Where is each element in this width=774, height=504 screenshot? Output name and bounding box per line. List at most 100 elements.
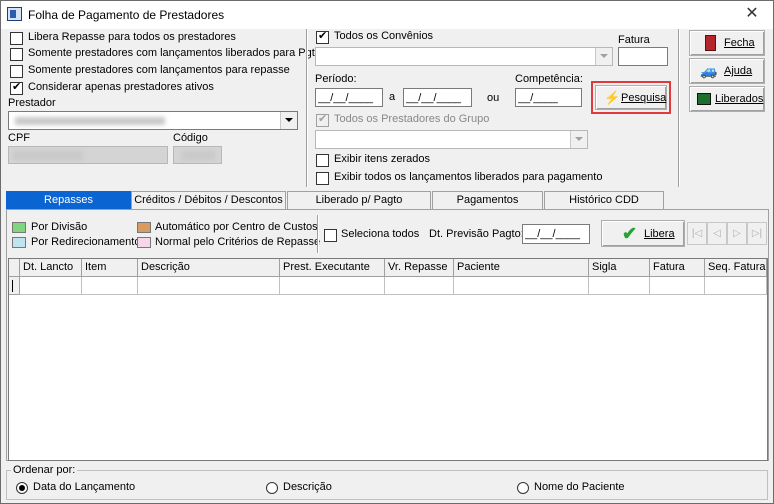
table-cell[interactable] bbox=[20, 277, 82, 295]
table-cell[interactable] bbox=[385, 277, 454, 295]
fecha-label: Fecha bbox=[724, 37, 755, 49]
periodo-label: Período: bbox=[315, 73, 357, 85]
por-redirecionamento-label: Por Redirecionamento bbox=[31, 236, 141, 248]
codigo-field bbox=[173, 146, 222, 164]
lightning-icon: ⚡ bbox=[604, 89, 621, 105]
libera-button[interactable]: ✔ Libera bbox=[601, 220, 685, 247]
col-prest-executante[interactable]: Prest. Executante bbox=[280, 259, 385, 277]
periodo-to-field[interactable] bbox=[403, 88, 472, 107]
main-window: Folha de Pagamento de Prestadores ✕ Libe… bbox=[0, 0, 774, 504]
periodo-ou-label: ou bbox=[487, 92, 500, 104]
tab-historico[interactable]: Histórico CDD bbox=[544, 191, 664, 209]
table-cell[interactable] bbox=[705, 277, 767, 295]
libera-label: Libera bbox=[644, 227, 675, 240]
ordenar-paciente-radio[interactable] bbox=[517, 482, 529, 494]
grupo-checkbox bbox=[316, 112, 329, 127]
table-cell[interactable] bbox=[138, 277, 280, 295]
libera-todos-label: Libera Repasse para todos os prestadores bbox=[28, 31, 236, 43]
todos-convenios-checkbox[interactable] bbox=[316, 29, 329, 44]
fatura-input[interactable] bbox=[619, 48, 667, 65]
help-icon: 🚙 bbox=[700, 62, 718, 79]
periodo-from-input[interactable] bbox=[316, 89, 382, 106]
fecha-button[interactable]: Fecha bbox=[689, 30, 765, 56]
ordenar-descricao-label: Descrição bbox=[283, 481, 332, 493]
prev-record-icon: ◁ bbox=[707, 222, 727, 245]
chevron-down-icon bbox=[570, 131, 587, 148]
competencia-input[interactable] bbox=[516, 89, 581, 106]
close-icon[interactable]: ✕ bbox=[737, 3, 767, 25]
col-vr-repasse[interactable]: Vr. Repasse bbox=[385, 259, 454, 277]
periodo-sep-label: a bbox=[389, 91, 396, 103]
ordenar-descricao-radio[interactable] bbox=[266, 482, 278, 494]
automatico-label: Automático por Centro de Custos bbox=[155, 221, 318, 233]
table-cell[interactable] bbox=[454, 277, 589, 295]
prestador-label: Prestador bbox=[8, 97, 56, 109]
somente-liberados-checkbox[interactable] bbox=[10, 48, 23, 61]
libera-todos-checkbox[interactable] bbox=[10, 32, 23, 45]
codigo-value-redacted bbox=[182, 151, 215, 160]
title-bar: Folha de Pagamento de Prestadores ✕ bbox=[1, 1, 773, 29]
previsao-input[interactable] bbox=[523, 225, 589, 243]
prestador-value-redacted bbox=[15, 117, 165, 125]
col-item[interactable]: Item bbox=[82, 259, 138, 277]
fatura-field[interactable] bbox=[618, 47, 668, 66]
liberados-button[interactable]: Liberados bbox=[689, 86, 765, 112]
somente-repasse-checkbox[interactable] bbox=[10, 65, 23, 78]
monitor-icon bbox=[697, 93, 711, 105]
door-icon bbox=[705, 35, 716, 51]
apenas-ativos-label: Considerar apenas prestadores ativos bbox=[28, 81, 214, 93]
col-dt-lancto[interactable]: Dt. Lancto bbox=[20, 259, 82, 277]
table-cell[interactable] bbox=[82, 277, 138, 295]
ajuda-button[interactable]: 🚙 Ajuda bbox=[689, 58, 765, 84]
tab-creditos[interactable]: Créditos / Débitos / Descontos bbox=[131, 191, 286, 209]
pesquisa-button[interactable]: ⚡ Pesquisa bbox=[595, 85, 667, 110]
somente-liberados-label: Somente prestadores com lançamentos libe… bbox=[28, 47, 324, 59]
pesquisa-label: Pesquisa bbox=[621, 91, 667, 104]
next-record-icon: ▷ bbox=[727, 222, 747, 245]
ordenar-label: Ordenar por: bbox=[11, 464, 78, 476]
separator-legend bbox=[317, 215, 318, 253]
previsao-field[interactable] bbox=[522, 224, 590, 244]
repasses-grid[interactable]: Dt. Lancto Item Descrição Prest. Executa… bbox=[8, 258, 768, 461]
ordenar-data-radio[interactable] bbox=[16, 482, 28, 494]
checkmark-icon: ✔ bbox=[622, 223, 638, 243]
ordenar-paciente-label: Nome do Paciente bbox=[534, 481, 625, 493]
cpf-label: CPF bbox=[8, 132, 30, 144]
prestador-combo[interactable] bbox=[8, 111, 298, 130]
periodo-to-input[interactable] bbox=[404, 89, 471, 106]
col-descricao[interactable]: Descrição bbox=[138, 259, 280, 277]
apenas-ativos-checkbox[interactable] bbox=[10, 80, 23, 95]
por-divisao-swatch bbox=[12, 222, 26, 233]
ajuda-label: Ajuda bbox=[724, 65, 753, 77]
row-cursor-icon bbox=[12, 280, 17, 292]
periodo-from-field[interactable] bbox=[315, 88, 383, 107]
normal-label: Normal pelo Critérios de Repasse bbox=[155, 236, 321, 248]
col-fatura[interactable]: Fatura bbox=[650, 259, 705, 277]
col-paciente[interactable]: Paciente bbox=[454, 259, 589, 277]
table-cell[interactable] bbox=[280, 277, 385, 295]
chevron-down-icon[interactable] bbox=[280, 112, 297, 129]
exibir-liberados-label: Exibir todos os lançamentos liberados pa… bbox=[334, 171, 603, 183]
table-cell[interactable] bbox=[589, 277, 650, 295]
fatura-label: Fatura bbox=[618, 34, 650, 46]
previsao-label: Dt. Previsão Pagto: bbox=[429, 228, 524, 240]
ordenar-data-label: Data do Lançamento bbox=[33, 481, 136, 493]
exibir-zerados-checkbox[interactable] bbox=[316, 154, 329, 167]
separator-left bbox=[306, 29, 307, 187]
exibir-liberados-checkbox[interactable] bbox=[316, 172, 329, 185]
seleciona-todos-checkbox[interactable] bbox=[324, 229, 337, 242]
competencia-label: Competência: bbox=[515, 73, 583, 85]
tab-pagamentos[interactable]: Pagamentos bbox=[432, 191, 543, 209]
somente-repasse-label: Somente prestadores com lançamentos para… bbox=[28, 64, 290, 76]
exibir-zerados-label: Exibir itens zerados bbox=[334, 153, 430, 165]
por-redirecionamento-swatch bbox=[12, 237, 26, 248]
competencia-field[interactable] bbox=[515, 88, 582, 107]
grupo-label: Todos os Prestadores do Grupo bbox=[334, 113, 490, 125]
table-cell[interactable] bbox=[650, 277, 705, 295]
col-seq-fatura[interactable]: Seq. Fatura bbox=[705, 259, 767, 277]
tab-liberado[interactable]: Liberado p/ Pagto bbox=[287, 191, 431, 209]
cpf-field bbox=[8, 146, 168, 164]
col-sigla[interactable]: Sigla bbox=[589, 259, 650, 277]
tab-repasses[interactable]: Repasses bbox=[6, 191, 131, 209]
todos-convenios-label: Todos os Convênios bbox=[334, 30, 434, 42]
